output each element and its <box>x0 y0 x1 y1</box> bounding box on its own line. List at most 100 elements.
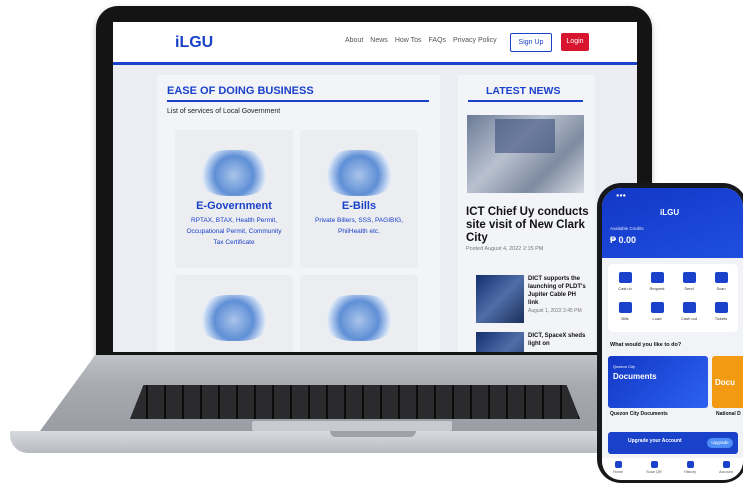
site-navbar: iLGU About News How Tos FAQs Privacy Pol… <box>113 22 637 65</box>
service-card-title: E-Government <box>196 200 272 212</box>
history-icon <box>686 461 694 468</box>
news-title: LATEST NEWS <box>486 85 561 97</box>
home-icon <box>614 461 622 468</box>
tab-account[interactable]: Account <box>712 461 740 474</box>
phone-tab-bar: Home Scan QR History Account <box>602 458 743 480</box>
tile-label: Load <box>652 316 662 321</box>
phone-prompt: What would you like to do? <box>610 342 682 348</box>
tile-cash-in[interactable]: Cash in <box>610 272 640 291</box>
office-illustration-icon <box>199 295 269 341</box>
load-icon <box>650 302 664 313</box>
cash-in-icon <box>618 272 632 283</box>
quezon-city-documents-banner[interactable]: Quezon City Documents <box>608 356 708 408</box>
account-icon <box>722 461 730 468</box>
balance-value: ₱ 0.00 <box>610 235 637 245</box>
tab-history[interactable]: History <box>676 461 704 474</box>
news-thumbnail <box>476 332 524 352</box>
tile-cash-out[interactable]: Cash out <box>674 302 704 321</box>
tab-label: Home <box>612 470 624 474</box>
national-documents-banner[interactable]: Docu <box>712 356 743 408</box>
banner-small-text: Quezon City <box>613 364 636 369</box>
service-card-e-government[interactable]: E-Government RPTAX, BTAX, Health Permit,… <box>175 130 293 268</box>
site-logo[interactable]: iLGU <box>175 34 213 52</box>
upgrade-account-banner: Upgrade your Account Upgrade <box>608 432 738 454</box>
upgrade-text: Upgrade your Account <box>628 438 682 444</box>
news-headline[interactable]: ICT Chief Uy conducts site visit of New … <box>466 206 591 245</box>
news-divider <box>468 100 583 102</box>
tab-label: History <box>684 470 696 474</box>
tickets-icon <box>714 302 728 313</box>
tile-label: Send <box>684 286 694 291</box>
nav-link-how-tos[interactable]: How Tos <box>395 37 422 44</box>
service-card[interactable] <box>300 275 418 352</box>
service-card-desc: RPTAX, BTAX, Health Permit, Occupational… <box>186 217 282 246</box>
banner-big-text: Documents <box>613 372 657 381</box>
tile-request[interactable]: Request <box>642 272 672 291</box>
service-card-title: E-Bills <box>341 200 377 212</box>
news-list-item[interactable]: DICT, SpaceX sheds light on <box>466 332 591 352</box>
qr-icon <box>650 461 658 468</box>
news-item-text: DICT supports the launching of PLDT's Ju… <box>528 275 586 315</box>
phone-header: ●●● iLGU Available Credits ₱ 0.00 <box>602 188 743 258</box>
laptop-screen: iLGU About News How Tos FAQs Privacy Pol… <box>113 22 637 352</box>
news-item-date: August 1, 2022 3:45 PM <box>528 308 582 314</box>
service-title-2: National D <box>716 411 741 417</box>
tile-label: Scan <box>716 286 726 291</box>
latest-news-panel: LATEST NEWS ICT Chief Uy conducts site v… <box>458 75 595 352</box>
scan-icon <box>714 272 728 283</box>
news-item-text: DICT, SpaceX sheds light on <box>528 332 586 348</box>
phone-screen: ●●● iLGU Available Credits ₱ 0.00 Cash i… <box>602 188 743 480</box>
nav-link-faqs[interactable]: FAQs <box>429 37 447 44</box>
send-icon <box>682 272 696 283</box>
news-thumbnail <box>476 275 524 323</box>
news-posted-date: Posted August 4, 2022 2:15 PM <box>466 246 544 252</box>
upgrade-button[interactable]: Upgrade <box>707 438 733 448</box>
service-card-e-bills[interactable]: E-Bills Private Billers, SSS, PAGIBIG, P… <box>300 130 418 268</box>
tab-label: Scan QR <box>646 470 662 474</box>
laptop-keyboard <box>130 385 580 419</box>
news-item-title: DICT supports the launching of PLDT's Ju… <box>528 276 586 306</box>
ease-subtitle: List of services of Local Government <box>167 108 281 115</box>
bills-icon <box>618 302 632 313</box>
news-featured-photo[interactable] <box>467 115 584 193</box>
tab-label: Account <box>719 470 733 474</box>
tile-label: Cash out <box>680 316 697 321</box>
tab-home[interactable]: Home <box>604 461 632 474</box>
service-title: Quezon City Documents <box>610 411 668 417</box>
tile-bills[interactable]: Bills <box>610 302 640 321</box>
laptop-trackpad <box>252 421 452 431</box>
city-illustration-icon <box>199 150 269 196</box>
available-credits-label: Available Credits <box>610 226 644 231</box>
nav-link-privacy-policy[interactable]: Privacy Policy <box>453 37 497 44</box>
laptop-notch <box>330 431 416 437</box>
service-card[interactable] <box>175 275 293 352</box>
wallet-actions-grid: Cash in Request Send Scan Bills Load Cas… <box>608 264 738 332</box>
cash-out-icon <box>682 302 696 313</box>
request-icon <box>650 272 664 283</box>
nav-link-news[interactable]: News <box>370 37 388 44</box>
tile-label: Cash in <box>618 286 632 291</box>
nav-link-about[interactable]: About <box>345 37 363 44</box>
phone-app-logo: iLGU <box>660 208 680 217</box>
ease-title: EASE OF DOING BUSINESS <box>167 85 314 97</box>
tile-label: Tickets <box>714 316 728 321</box>
tile-label: Bills <box>621 316 629 321</box>
tab-scan-qr[interactable]: Scan QR <box>640 461 668 474</box>
handshake-illustration-icon <box>324 150 394 196</box>
signup-button[interactable]: Sign Up <box>510 33 552 52</box>
tile-tickets[interactable]: Tickets <box>706 302 736 321</box>
news-item-title: DICT, SpaceX sheds light on <box>528 333 586 347</box>
tile-label: Request <box>649 286 665 291</box>
ease-of-doing-business-panel: EASE OF DOING BUSINESS List of services … <box>157 75 440 352</box>
people-illustration-icon <box>324 295 394 341</box>
login-button[interactable]: Login <box>561 33 589 51</box>
service-card-desc: Private Billers, SSS, PAGIBIG, PhilHealt… <box>314 217 404 235</box>
ease-divider <box>167 100 429 102</box>
tile-scan[interactable]: Scan <box>706 272 736 291</box>
tile-load[interactable]: Load <box>642 302 672 321</box>
banner2-text: Docu <box>715 378 735 387</box>
nav-links: About News How Tos FAQs Privacy Policy <box>345 37 497 44</box>
tile-send[interactable]: Send <box>674 272 704 291</box>
news-list-item[interactable]: DICT supports the launching of PLDT's Ju… <box>466 275 591 327</box>
phone-status-bar: ●●● <box>616 193 626 199</box>
